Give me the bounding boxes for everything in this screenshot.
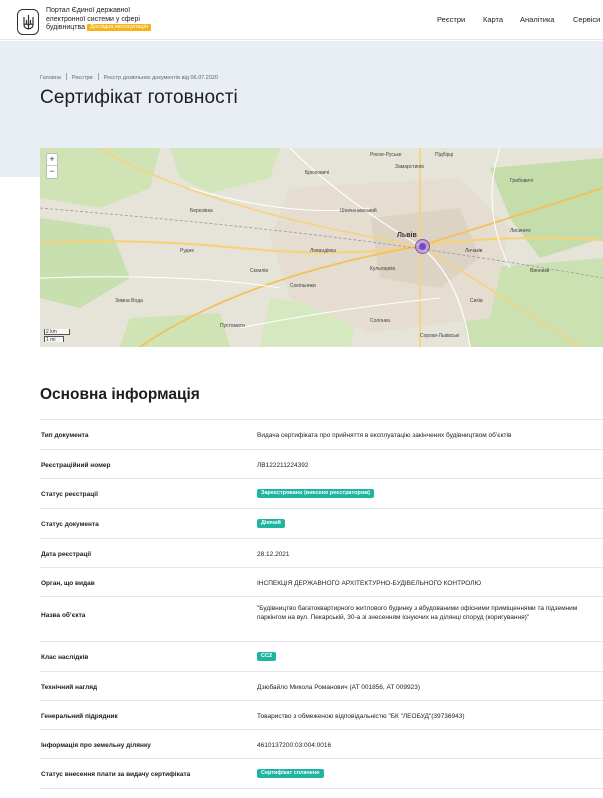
info-row-label: Генеральний підрядник	[41, 713, 118, 720]
breadcrumb-home[interactable]: Головна	[40, 75, 61, 81]
map-label: Винники	[530, 268, 550, 274]
nav-analytics[interactable]: Аналітика	[520, 15, 555, 24]
info-row-label: Назва об’єкта	[41, 612, 86, 619]
zoom-control: + −	[46, 153, 58, 179]
map-label: Пустомити	[220, 323, 245, 329]
status-badge: Зареєстровано (внесено реєстратором)	[257, 489, 375, 498]
info-row: Статус реєстрації Зареєстровано (внесено …	[40, 478, 603, 508]
info-row-label: Дата реєстрації	[41, 551, 92, 558]
top-header: Портал Єдиної державної електронної сист…	[0, 0, 603, 40]
map-label: Шевченківський	[340, 208, 377, 214]
info-row: Генеральний підрядник Товариство з обмеже…	[40, 700, 603, 729]
info-row: Реєстраційний номер ЛВ122211224392	[40, 449, 603, 478]
info-row-value: ЛВ122211224392	[257, 462, 309, 469]
info-row-label: Клас наслідків	[41, 654, 89, 661]
info-row-label: Статус документа	[41, 521, 99, 528]
info-row-value: ІНСПЕКЦІЯ ДЕРЖАВНОГО АРХІТЕКТУРНО-БУДІВЕ…	[257, 580, 482, 587]
status-badge: Сертифікат сплачено	[257, 769, 324, 778]
map-label: Рудне	[180, 248, 195, 254]
map-label: Березівка	[190, 208, 213, 214]
breadcrumb-current[interactable]: Реєстр дозвільних документів від 06.07.2…	[104, 75, 218, 81]
info-row: Назва об’єкта "Будівництво багатоквартирн…	[40, 596, 603, 641]
breadcrumb-separator	[65, 73, 67, 80]
map-label: Рясне-Руське	[370, 152, 402, 158]
map-label: Личаків	[465, 248, 483, 254]
info-row-value: Діючий	[257, 519, 587, 528]
info-row: Статус документа Діючий	[40, 508, 603, 538]
portal-title-line2: електронної системи у сфері	[46, 15, 140, 23]
info-row-value: 4610137200:03:004:0016	[257, 742, 332, 749]
map-label: Скнилів	[250, 268, 269, 274]
info-row-value: Сертифікат сплачено	[257, 769, 587, 778]
map-label: Солонка	[370, 318, 390, 324]
trident-logo-icon[interactable]	[17, 9, 39, 35]
info-row: Клас наслідків СС2	[40, 641, 603, 671]
info-row: Технічний нагляд Дзюбайло Микола Романови…	[40, 671, 603, 700]
breadcrumb: Головна Реєстри Реєстр дозвільних документ…	[40, 73, 218, 81]
info-row-value: Товариство з обмеженою відповідальністю …	[257, 713, 465, 720]
beta-badge: Дослідна експлуатація	[87, 24, 151, 31]
info-row: Тип документа Видача сертифіката про прий…	[40, 419, 603, 449]
info-row-value: СС2	[257, 652, 587, 661]
breadcrumb-registries[interactable]: Реєстри	[72, 75, 93, 81]
info-row-value: Видача сертифіката про прийняття в експл…	[257, 432, 512, 439]
info-row-label: Технічний нагляд	[41, 684, 98, 691]
info-row: Інформація про земельну ділянку 461013720…	[40, 729, 603, 758]
nav-map[interactable]: Карта	[483, 15, 503, 24]
map-view[interactable]: Рясне-Руське Замарстинів Підбірці Брюхов…	[40, 148, 603, 347]
scale-km: 2 km	[44, 329, 70, 335]
map-label: Кульпарків	[370, 266, 396, 272]
info-row: Орган, що видав ІНСПЕКЦІЯ ДЕРЖАВНОГО АРХІ…	[40, 567, 603, 596]
info-row-label: Тип документа	[41, 432, 89, 439]
scale-mi: 1 mi	[44, 336, 64, 343]
map-label: Левандівка	[310, 248, 336, 254]
map-label: Зимна Вода	[115, 298, 143, 304]
map-label: Замарстинів	[395, 164, 424, 170]
map-scale: 2 km 1 mi	[44, 329, 70, 343]
info-row-value: "Будівництво багатоквартирного житлового…	[257, 605, 578, 621]
info-row-value: 28.12.2021	[257, 551, 290, 558]
zoom-in-button[interactable]: +	[47, 154, 57, 166]
map-label: Сокільники	[290, 283, 316, 289]
map-label: Підбірці	[435, 152, 454, 158]
info-row-value: Зареєстровано (внесено реєстратором)	[257, 489, 587, 498]
info-row-label: Статус реєстрації	[41, 491, 98, 498]
nav-services[interactable]: Сервіси	[573, 15, 600, 24]
portal-title[interactable]: Портал Єдиної державної електронної сист…	[46, 7, 176, 33]
zoom-out-button[interactable]: −	[47, 166, 57, 178]
breadcrumb-separator	[97, 73, 99, 80]
info-row-label: Статус внесення плати за видачу сертифік…	[41, 771, 191, 778]
info-row-label: Реєстраційний номер	[41, 462, 111, 469]
info-row-label: Орган, що видав	[41, 580, 95, 587]
info-row: Дата реєстрації 28.12.2021	[40, 538, 603, 567]
portal-title-line3: будівництва	[46, 24, 86, 31]
info-table-bottom-border	[40, 788, 603, 789]
map-city-label: Львів	[397, 232, 417, 239]
section-title: Основна інформація	[40, 386, 200, 403]
info-row-label: Інформація про земельну ділянку	[41, 742, 151, 749]
location-marker-icon[interactable]	[415, 239, 430, 254]
map-label: Лисиничі	[510, 228, 531, 234]
page-title: Сертифікат готовності	[40, 87, 238, 108]
map-label: Грибовичі	[510, 178, 533, 184]
portal-title-line1: Портал Єдиної державної	[46, 7, 131, 14]
info-row: Статус внесення плати за видачу сертифік…	[40, 758, 603, 788]
info-row-value: Дзюбайло Микола Романович (АТ 001856, АТ…	[257, 684, 420, 691]
map-label: Брюховичі	[305, 170, 330, 176]
map-label: Сороки-Львівські	[420, 333, 460, 339]
status-badge: Діючий	[257, 519, 285, 528]
nav-registries[interactable]: Реєстри	[437, 15, 465, 24]
map-label: Сихів	[470, 298, 483, 304]
status-badge: СС2	[257, 652, 277, 661]
